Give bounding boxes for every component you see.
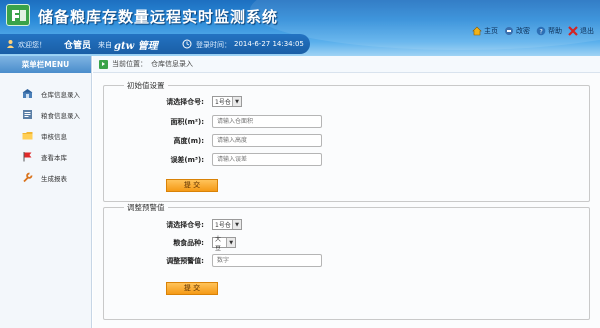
clock-icon bbox=[182, 39, 192, 49]
breadcrumb-current: 仓库信息录入 bbox=[151, 60, 193, 68]
user-info-bar: 欢迎您！ 仓管员 来自 gtw 管理 登录时间： 2014-6-27 14:34… bbox=[0, 34, 310, 54]
warehouse-select-row: 请选择仓号: 1号仓 ▼ bbox=[104, 96, 242, 107]
alarm-warehouse-row: 请选择仓号: 1号仓 ▼ bbox=[104, 219, 242, 230]
breadcrumb-label: 当前位置： bbox=[112, 60, 147, 68]
warehouse-icon bbox=[22, 89, 33, 98]
error-input[interactable] bbox=[212, 153, 322, 166]
exit-icon bbox=[568, 26, 578, 36]
sidebar-item-label: 查看本库 bbox=[41, 153, 67, 162]
sidebar-item-warehouse-input[interactable]: 仓库信息录入 bbox=[0, 83, 91, 104]
username: gtw 管理 bbox=[114, 41, 158, 52]
sidebar: 菜单栏MENU 仓库信息录入 粮食信息录入 审核信息 查看本库 生成报表 bbox=[0, 56, 92, 328]
folder-icon bbox=[22, 132, 33, 140]
help-icon: ? bbox=[536, 26, 546, 36]
login-time: 2014-6-27 14:34:05 bbox=[234, 40, 304, 48]
menu-list: 仓库信息录入 粮食信息录入 审核信息 查看本库 生成报表 bbox=[0, 73, 91, 188]
height-row: 高度(m): bbox=[104, 134, 322, 147]
grain-type-value: 大豆 bbox=[215, 235, 222, 252]
grain-type-label: 粮食品种: bbox=[173, 238, 204, 247]
initial-settings-legend: 初始值设置 bbox=[127, 81, 165, 90]
app-title: 储备粮库存数量远程实时监测系统 bbox=[38, 8, 279, 26]
warehouse-select-label: 请选择仓号: bbox=[166, 97, 204, 106]
initial-submit-button[interactable]: 提 交 bbox=[166, 179, 218, 192]
nav-home-label: 主页 bbox=[484, 27, 498, 35]
nav-help-button[interactable]: ? 帮助 bbox=[536, 24, 562, 38]
chevron-down-icon: ▼ bbox=[226, 238, 235, 247]
grain-type-select[interactable]: 大豆 ▼ bbox=[212, 236, 236, 252]
sidebar-item-grain-input[interactable]: 粮食信息录入 bbox=[0, 104, 91, 125]
warehouse-select[interactable]: 1号仓 ▼ bbox=[212, 96, 242, 107]
error-row: 误差(m³): bbox=[104, 153, 322, 166]
sidebar-item-label: 生成报表 bbox=[41, 174, 67, 183]
grain-type-row: 粮食品种: 大豆 ▼ bbox=[104, 236, 236, 252]
sidebar-item-label: 粮食信息录入 bbox=[41, 111, 80, 120]
welcome-text: 欢迎您！ bbox=[18, 41, 46, 49]
svg-text:?: ? bbox=[539, 28, 542, 36]
top-nav: 主页 改密 ? 帮助 退出 bbox=[472, 24, 594, 38]
initial-settings-group: 初始值设置 请选择仓号: 1号仓 ▼ 面积(m²): 高度(m): 误差(m³)… bbox=[103, 80, 590, 202]
app-logo bbox=[6, 4, 30, 26]
home-icon bbox=[472, 26, 482, 36]
nav-password-label: 改密 bbox=[516, 27, 530, 35]
alarm-settings-group: 调整预警值 请选择仓号: 1号仓 ▼ 粮食品种: 大豆 ▼ 调整预警值: 提 交 bbox=[103, 202, 590, 320]
flag-icon bbox=[23, 152, 32, 162]
wrench-icon bbox=[23, 172, 33, 183]
chevron-down-icon: ▼ bbox=[232, 220, 241, 229]
alarm-warehouse-value: 1号仓 bbox=[215, 222, 231, 229]
warehouse-select-value: 1号仓 bbox=[215, 99, 231, 106]
alarm-warehouse-label: 请选择仓号: bbox=[166, 220, 204, 229]
breadcrumb-arrow-icon bbox=[99, 59, 108, 69]
area-row: 面积(m²): bbox=[104, 115, 322, 128]
menu-header: 菜单栏MENU bbox=[0, 56, 91, 73]
nav-help-label: 帮助 bbox=[548, 27, 562, 35]
sidebar-item-label: 审核信息 bbox=[41, 132, 67, 141]
grain-data-icon bbox=[23, 110, 32, 119]
sidebar-item-report[interactable]: 生成报表 bbox=[0, 167, 91, 188]
nav-password-button[interactable]: 改密 bbox=[504, 24, 530, 38]
sidebar-item-view[interactable]: 查看本库 bbox=[0, 146, 91, 167]
from-label: 来自 bbox=[98, 41, 112, 49]
login-time-label: 登录时间： bbox=[196, 41, 231, 49]
chevron-down-icon: ▼ bbox=[232, 97, 241, 106]
alarm-settings-legend: 调整预警值 bbox=[127, 203, 165, 212]
area-input[interactable] bbox=[212, 115, 322, 128]
user-icon bbox=[7, 40, 14, 48]
nav-exit-button[interactable]: 退出 bbox=[568, 24, 594, 38]
area-label: 面积(m²): bbox=[170, 117, 204, 126]
user-role: 仓管员 bbox=[64, 41, 92, 51]
height-input[interactable] bbox=[212, 134, 322, 147]
alarm-value-row: 调整预警值: bbox=[104, 254, 322, 267]
error-label: 误差(m³): bbox=[170, 155, 204, 164]
alarm-submit-button[interactable]: 提 交 bbox=[166, 282, 218, 295]
main-content: 当前位置： 仓库信息录入 初始值设置 请选择仓号: 1号仓 ▼ 面积(m²): … bbox=[93, 56, 600, 328]
nav-exit-label: 退出 bbox=[580, 27, 594, 35]
password-icon bbox=[505, 27, 513, 35]
alarm-value-input[interactable] bbox=[212, 254, 322, 267]
breadcrumb: 当前位置： 仓库信息录入 bbox=[93, 56, 600, 73]
sidebar-item-review[interactable]: 审核信息 bbox=[0, 125, 91, 146]
height-label: 高度(m): bbox=[173, 136, 205, 145]
alarm-warehouse-select[interactable]: 1号仓 ▼ bbox=[212, 219, 242, 230]
app-header: 储备粮库存数量远程实时监测系统 主页 改密 ? 帮助 退出 欢迎您！ 仓管员 来… bbox=[0, 0, 600, 56]
alarm-value-label: 调整预警值: bbox=[166, 256, 204, 265]
sidebar-item-label: 仓库信息录入 bbox=[41, 90, 80, 99]
nav-home-button[interactable]: 主页 bbox=[472, 24, 498, 38]
